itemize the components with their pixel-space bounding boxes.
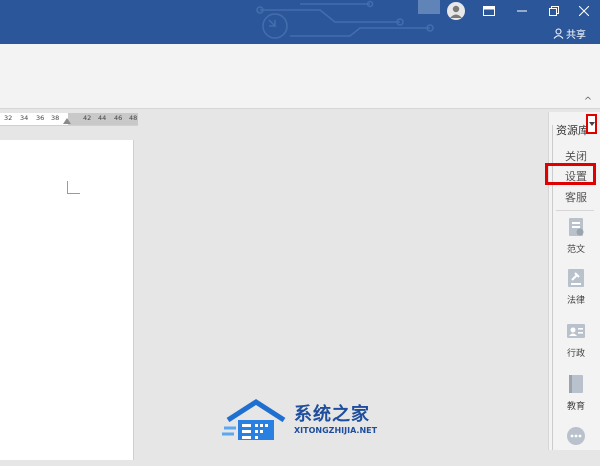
title-decoration	[418, 0, 440, 14]
restore-button[interactable]	[538, 0, 570, 22]
resource-item-law[interactable]: 法律	[556, 268, 596, 308]
resource-item-label: 法律	[566, 296, 585, 306]
book-icon	[569, 375, 583, 393]
ruler-tick: 34	[20, 114, 29, 122]
watermark: 系统之家 XITONGZHIJIA.NET	[222, 398, 402, 450]
margin-corner-mark	[67, 181, 80, 194]
indent-marker[interactable]	[63, 118, 71, 124]
resource-item-label: 范文	[566, 245, 585, 255]
share-person-icon	[553, 28, 564, 39]
chevron-down-icon	[589, 122, 595, 126]
more-icon	[567, 427, 585, 445]
close-button[interactable]	[568, 0, 600, 22]
ruler-tick: 36	[36, 114, 45, 122]
ruler-tick: 42	[83, 114, 92, 122]
resource-item-label: 行政	[566, 349, 585, 359]
user-avatar-icon[interactable]	[447, 2, 465, 20]
share-button[interactable]: 共享	[553, 26, 586, 41]
close-icon	[579, 6, 589, 16]
ribbon-display-options-button[interactable]	[473, 0, 505, 22]
watermark-url: XITONGZHIJIA.NET	[294, 426, 378, 435]
resource-panel-dropdown-button[interactable]	[586, 114, 597, 134]
resource-item-label: 教育	[566, 402, 585, 412]
watermark-title: 系统之家	[294, 404, 370, 425]
ruler-tick: 48	[129, 114, 138, 122]
ruler-tick: 46	[114, 114, 123, 122]
gavel-icon	[568, 269, 584, 287]
restore-icon	[549, 6, 559, 16]
title-bar: 共享	[0, 0, 600, 44]
collapse-ribbon-icon[interactable]: ^	[582, 96, 594, 108]
minimize-icon	[517, 10, 527, 12]
menu-item-support[interactable]: 客服	[565, 189, 587, 205]
resource-panel-title: 资源库	[556, 124, 589, 137]
share-label: 共享	[566, 30, 586, 41]
menu-separator	[556, 210, 594, 211]
id-card-icon	[567, 324, 585, 338]
menu-item-close[interactable]: 关闭	[565, 148, 587, 164]
resource-item-more[interactable]	[556, 426, 596, 466]
resource-item-templates[interactable]: 范文	[556, 217, 596, 257]
document-icon	[569, 218, 584, 236]
resource-item-education[interactable]: 教育	[556, 374, 596, 414]
house-logo-icon	[222, 399, 286, 440]
ribbon-display-icon	[483, 6, 495, 16]
ribbon	[0, 44, 600, 109]
ruler-tick: 38	[51, 114, 60, 122]
circuit-decoration	[256, 0, 434, 39]
ruler-tick: 32	[4, 114, 13, 122]
settings-highlight	[545, 163, 596, 185]
resource-item-admin[interactable]: 行政	[556, 321, 596, 361]
ruler-tick: 44	[98, 114, 107, 122]
minimize-button[interactable]	[506, 0, 538, 22]
